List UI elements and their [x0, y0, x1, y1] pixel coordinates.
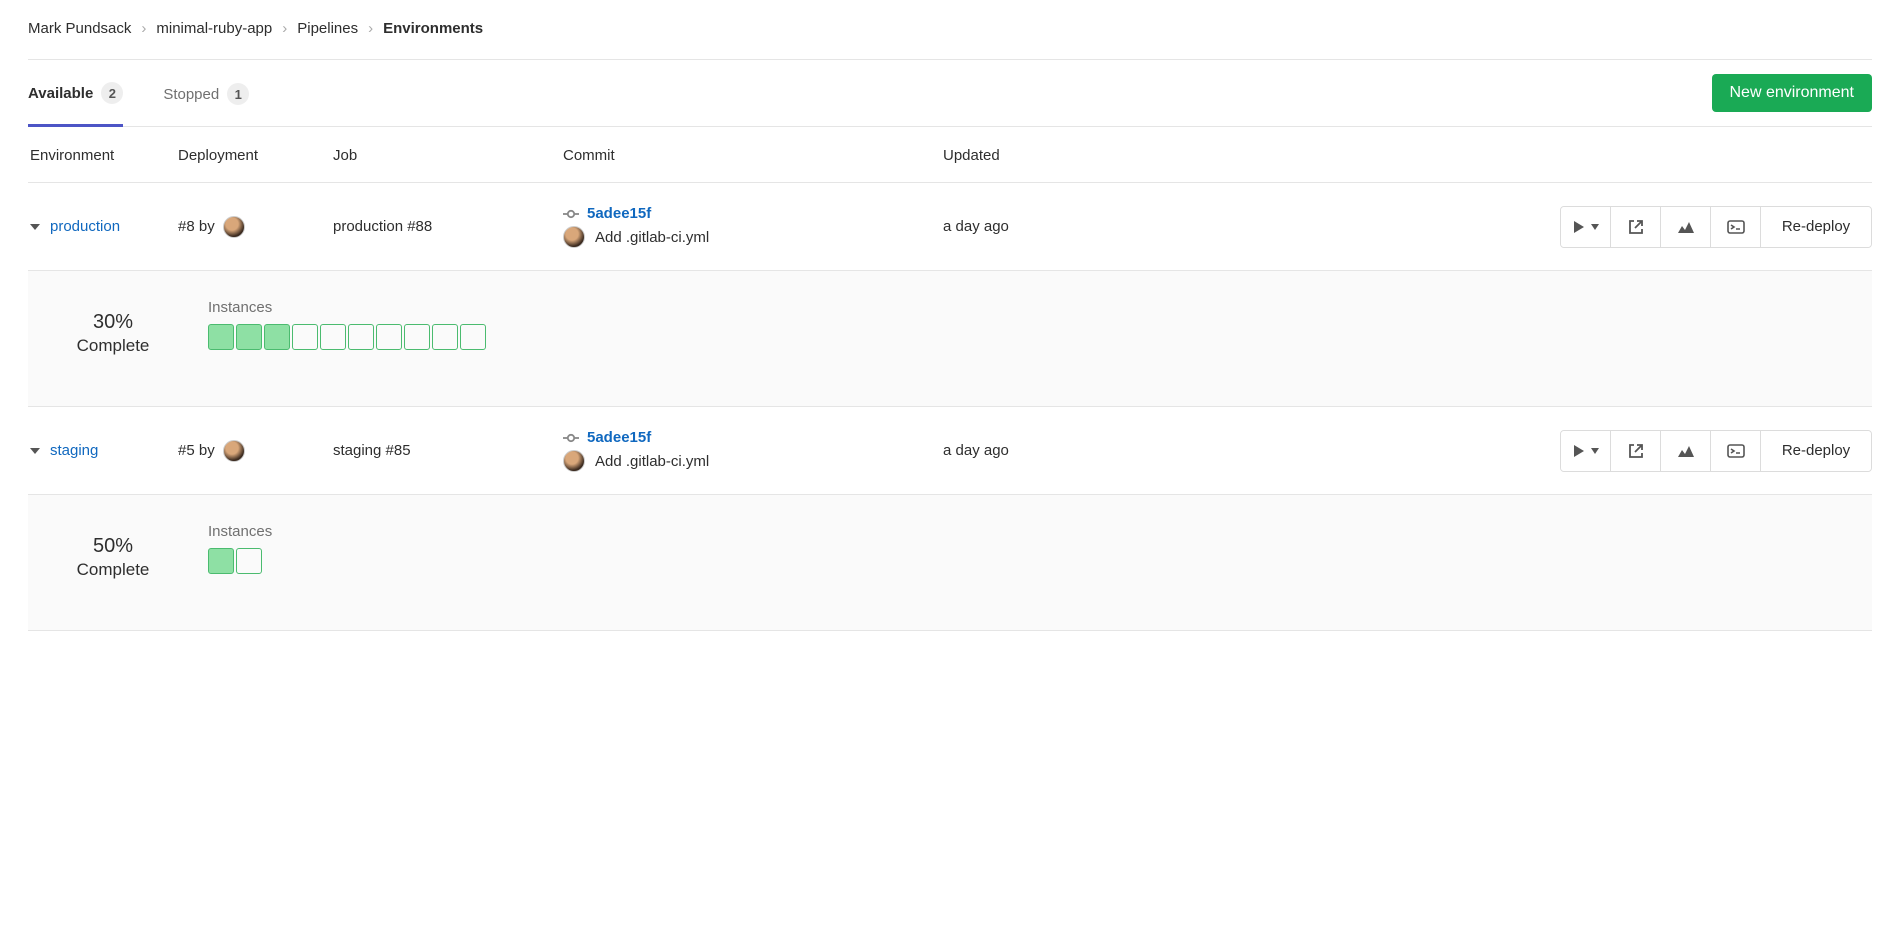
instance-box	[348, 324, 374, 350]
caret-down-icon[interactable]	[30, 224, 40, 230]
caret-down-icon[interactable]	[30, 448, 40, 454]
external-link-button[interactable]	[1611, 207, 1661, 247]
instance-boxes	[208, 324, 486, 350]
job-name: production #88	[333, 218, 563, 235]
instance-box	[292, 324, 318, 350]
instances-panel: 30% Complete Instances	[28, 271, 1872, 407]
play-dropdown-button[interactable]	[1561, 207, 1611, 247]
monitoring-button[interactable]	[1661, 431, 1711, 471]
col-header-job: Job	[333, 147, 563, 164]
breadcrumb-item[interactable]: Mark Pundsack	[28, 20, 131, 37]
commit-sha-link[interactable]: 5adee15f	[587, 205, 651, 222]
terminal-button[interactable]	[1711, 207, 1761, 247]
progress-label: Complete	[48, 336, 178, 356]
col-header-environment: Environment	[28, 147, 178, 164]
progress-percent: 50%	[48, 535, 178, 558]
job-name: staging #85	[333, 442, 563, 459]
redeploy-button[interactable]: Re-deploy	[1761, 431, 1871, 471]
tab-count-badge: 1	[227, 83, 249, 105]
commit-message: Add .gitlab-ci.yml	[595, 453, 709, 470]
tab-available[interactable]: Available 2	[28, 82, 123, 127]
commit-icon	[563, 209, 579, 219]
action-group: Re-deploy	[1560, 430, 1872, 472]
environment-row: staging #5 by staging #85 5adee15f Add .…	[28, 407, 1872, 495]
updated-time: a day ago	[943, 442, 1193, 459]
progress-label: Complete	[48, 560, 178, 580]
tab-count-badge: 2	[101, 82, 123, 104]
monitoring-button[interactable]	[1661, 207, 1711, 247]
commit-icon	[563, 433, 579, 443]
deployment-id: #5 by	[178, 442, 215, 459]
commit-message: Add .gitlab-ci.yml	[595, 229, 709, 246]
terminal-button[interactable]	[1711, 431, 1761, 471]
instance-box	[460, 324, 486, 350]
tabs-row: Available 2 Stopped 1 New environment	[28, 60, 1872, 127]
action-group: Re-deploy	[1560, 206, 1872, 248]
instance-box	[320, 324, 346, 350]
commit-sha-link[interactable]: 5adee15f	[587, 429, 651, 446]
updated-time: a day ago	[943, 218, 1193, 235]
chevron-right-icon: ›	[368, 20, 373, 37]
instances-label: Instances	[208, 523, 272, 540]
breadcrumb-item[interactable]: Pipelines	[297, 20, 358, 37]
new-environment-button[interactable]: New environment	[1712, 74, 1873, 112]
deployment-id: #8 by	[178, 218, 215, 235]
instance-box	[376, 324, 402, 350]
instance-box	[236, 324, 262, 350]
tab-stopped[interactable]: Stopped 1	[163, 82, 249, 126]
breadcrumb-item[interactable]: minimal-ruby-app	[156, 20, 272, 37]
chevron-right-icon: ›	[141, 20, 146, 37]
instances-label: Instances	[208, 299, 486, 316]
table-header: Environment Deployment Job Commit Update…	[28, 127, 1872, 183]
instance-box	[404, 324, 430, 350]
instances-panel: 50% Complete Instances	[28, 495, 1872, 631]
breadcrumb-current: Environments	[383, 20, 483, 37]
progress-percent: 30%	[48, 311, 178, 334]
environment-name-link[interactable]: production	[50, 218, 120, 235]
avatar[interactable]	[563, 226, 585, 248]
tabs: Available 2 Stopped 1	[28, 60, 249, 126]
redeploy-button[interactable]: Re-deploy	[1761, 207, 1871, 247]
instance-box	[264, 324, 290, 350]
instance-box	[432, 324, 458, 350]
chevron-right-icon: ›	[282, 20, 287, 37]
avatar[interactable]	[223, 440, 245, 462]
instance-box	[236, 548, 262, 574]
external-link-button[interactable]	[1611, 431, 1661, 471]
play-dropdown-button[interactable]	[1561, 431, 1611, 471]
environment-name-link[interactable]: staging	[50, 442, 98, 459]
breadcrumb: Mark Pundsack › minimal-ruby-app › Pipel…	[28, 20, 1872, 60]
col-header-deployment: Deployment	[178, 147, 333, 164]
col-header-updated: Updated	[943, 147, 1193, 164]
tab-label: Available	[28, 85, 93, 102]
instance-box	[208, 324, 234, 350]
avatar[interactable]	[223, 216, 245, 238]
tab-label: Stopped	[163, 86, 219, 103]
environment-row: production #8 by production #88 5adee15f…	[28, 183, 1872, 271]
avatar[interactable]	[563, 450, 585, 472]
col-header-commit: Commit	[563, 147, 943, 164]
instance-boxes	[208, 548, 272, 574]
instance-box	[208, 548, 234, 574]
